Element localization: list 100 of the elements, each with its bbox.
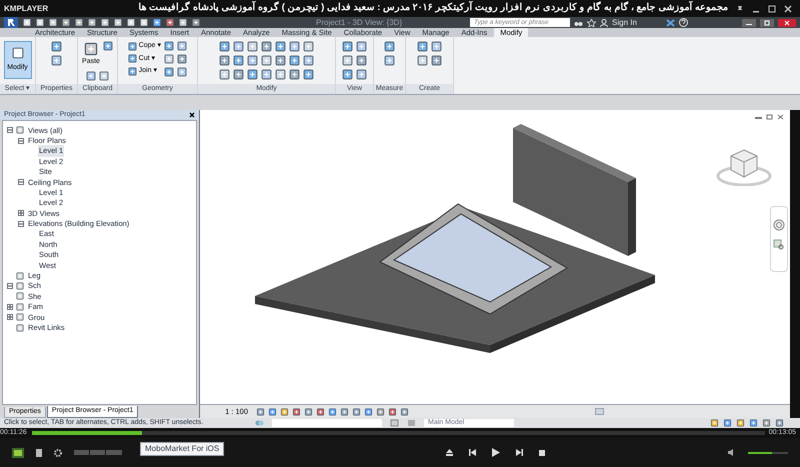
seek-bar[interactable] (32, 431, 765, 435)
expand-toggle[interactable] (7, 283, 13, 290)
close-icon[interactable] (189, 112, 195, 118)
clipboard-icon[interactable] (84, 41, 98, 57)
toolbar-tool-icon[interactable] (152, 18, 162, 27)
browser-item-icon[interactable] (16, 302, 24, 311)
user-icon[interactable] (600, 18, 608, 26)
browser-item-icon[interactable] (16, 313, 24, 322)
create-tool-icon[interactable] (417, 41, 428, 52)
view-tool-icon[interactable] (342, 55, 353, 66)
browser-item-icon[interactable] (16, 126, 24, 134)
zoom-icon[interactable] (773, 239, 785, 251)
previous-icon[interactable] (468, 449, 476, 456)
modify-tool-icon[interactable] (233, 55, 244, 66)
view-control-icon[interactable] (388, 408, 397, 416)
selection-filter-icon[interactable] (723, 419, 732, 427)
toolbar-tool-icon[interactable] (22, 18, 32, 27)
create-tool-icon[interactable] (431, 55, 442, 66)
eject-icon[interactable] (446, 449, 452, 456)
toolbar-tool-icon[interactable] (35, 18, 45, 27)
modify-tool-icon[interactable] (289, 55, 300, 66)
expand-toggle[interactable] (18, 220, 24, 227)
properties-tool-icon[interactable] (51, 55, 62, 66)
restore-icon[interactable] (766, 114, 773, 120)
exchange-icon[interactable] (666, 18, 675, 26)
view-tool-icon[interactable] (356, 41, 367, 52)
view-control-icon[interactable] (256, 408, 265, 416)
modify-tool-icon[interactable] (247, 55, 258, 66)
geometry-icon[interactable] (128, 66, 137, 76)
modify-tool-icon[interactable] (233, 41, 244, 52)
selection-filter-icon[interactable] (736, 419, 745, 427)
browser-item-icon[interactable] (16, 282, 24, 290)
create-tool-icon[interactable] (431, 41, 442, 52)
view-control-icon[interactable] (292, 408, 301, 416)
toolbar-tool-icon[interactable] (178, 18, 188, 27)
create-tool-icon[interactable] (417, 55, 428, 66)
toolbar-tool-icon[interactable] (61, 18, 71, 27)
help-icon[interactable] (679, 18, 688, 27)
modify-tool-icon[interactable] (275, 55, 286, 66)
toolbar-tool-icon[interactable] (165, 18, 175, 27)
expand-toggle[interactable] (7, 314, 13, 320)
pin-icon[interactable] (736, 4, 744, 12)
view-control-icon[interactable] (280, 408, 289, 416)
toolbar-tool-icon[interactable] (113, 18, 123, 27)
browser-item-icon[interactable] (16, 324, 24, 332)
view-control-icon[interactable] (304, 408, 313, 416)
minimize-icon[interactable] (742, 18, 756, 26)
next-icon[interactable] (516, 449, 522, 456)
modify-tool-icon[interactable] (261, 55, 272, 66)
toolbar-tool-icon[interactable] (139, 18, 149, 27)
expand-toggle[interactable] (18, 138, 24, 144)
modify-tool-icon[interactable] (233, 69, 244, 80)
modify-tool-icon[interactable] (289, 69, 300, 80)
3d-icon[interactable] (12, 448, 24, 458)
speaker-icon[interactable] (728, 449, 736, 456)
toolbar-tool-icon[interactable] (191, 18, 201, 27)
minimize-icon[interactable] (755, 114, 762, 120)
expand-toggle[interactable] (7, 127, 13, 134)
scroll-thumb[interactable] (595, 408, 604, 415)
selection-filter-icon[interactable] (749, 419, 758, 427)
toolbar-tool-icon[interactable] (126, 18, 136, 27)
settings-icon[interactable] (54, 448, 62, 456)
modify-tool-icon[interactable] (219, 69, 230, 80)
browser-item-icon[interactable] (16, 292, 24, 300)
close-icon[interactable] (784, 4, 792, 12)
geometry-tool-icon[interactable] (177, 41, 188, 51)
selection-filter-icon[interactable] (710, 419, 719, 427)
measure-tool-icon[interactable] (384, 55, 395, 66)
play-icon[interactable] (492, 448, 500, 457)
modify-tool-icon[interactable] (219, 55, 230, 66)
geometry-icon[interactable] (128, 54, 137, 64)
geometry-icon[interactable] (128, 42, 137, 51)
geometry-tool-icon[interactable] (164, 41, 174, 51)
view-tool-icon[interactable] (356, 55, 367, 66)
view-control-icon[interactable] (364, 408, 373, 416)
modify-tool-icon[interactable] (219, 41, 230, 52)
view-tool-icon[interactable] (342, 41, 353, 52)
modify-tool-icon[interactable] (275, 41, 286, 52)
modify-tool-icon[interactable] (261, 69, 272, 80)
modify-tool-icon[interactable] (247, 41, 258, 52)
view-control-icon[interactable] (340, 408, 349, 416)
expand-toggle[interactable] (18, 179, 24, 186)
toolbar-tool-icon[interactable] (48, 18, 58, 27)
modify-tool-icon[interactable] (303, 69, 314, 80)
app-logo-icon[interactable] (4, 17, 18, 28)
close-icon[interactable] (778, 18, 796, 26)
geometry-tool-icon[interactable] (164, 67, 174, 77)
clipboard-tool-icon[interactable] (99, 70, 109, 80)
modify-tool-icon[interactable] (289, 41, 300, 52)
modify-tool-icon[interactable] (303, 55, 314, 66)
modify-tool-icon[interactable] (275, 69, 286, 80)
mode-switches-icon[interactable] (74, 450, 122, 455)
view-control-icon[interactable] (328, 408, 337, 416)
clipboard-tool-icon[interactable] (86, 70, 96, 80)
clipboard-tool-icon[interactable] (103, 41, 113, 51)
stop-icon[interactable] (538, 450, 544, 456)
modify-tool-icon[interactable] (261, 41, 272, 52)
expand-toggle[interactable] (7, 304, 13, 310)
view-control-icon[interactable] (316, 408, 325, 416)
star-icon[interactable] (587, 18, 596, 26)
